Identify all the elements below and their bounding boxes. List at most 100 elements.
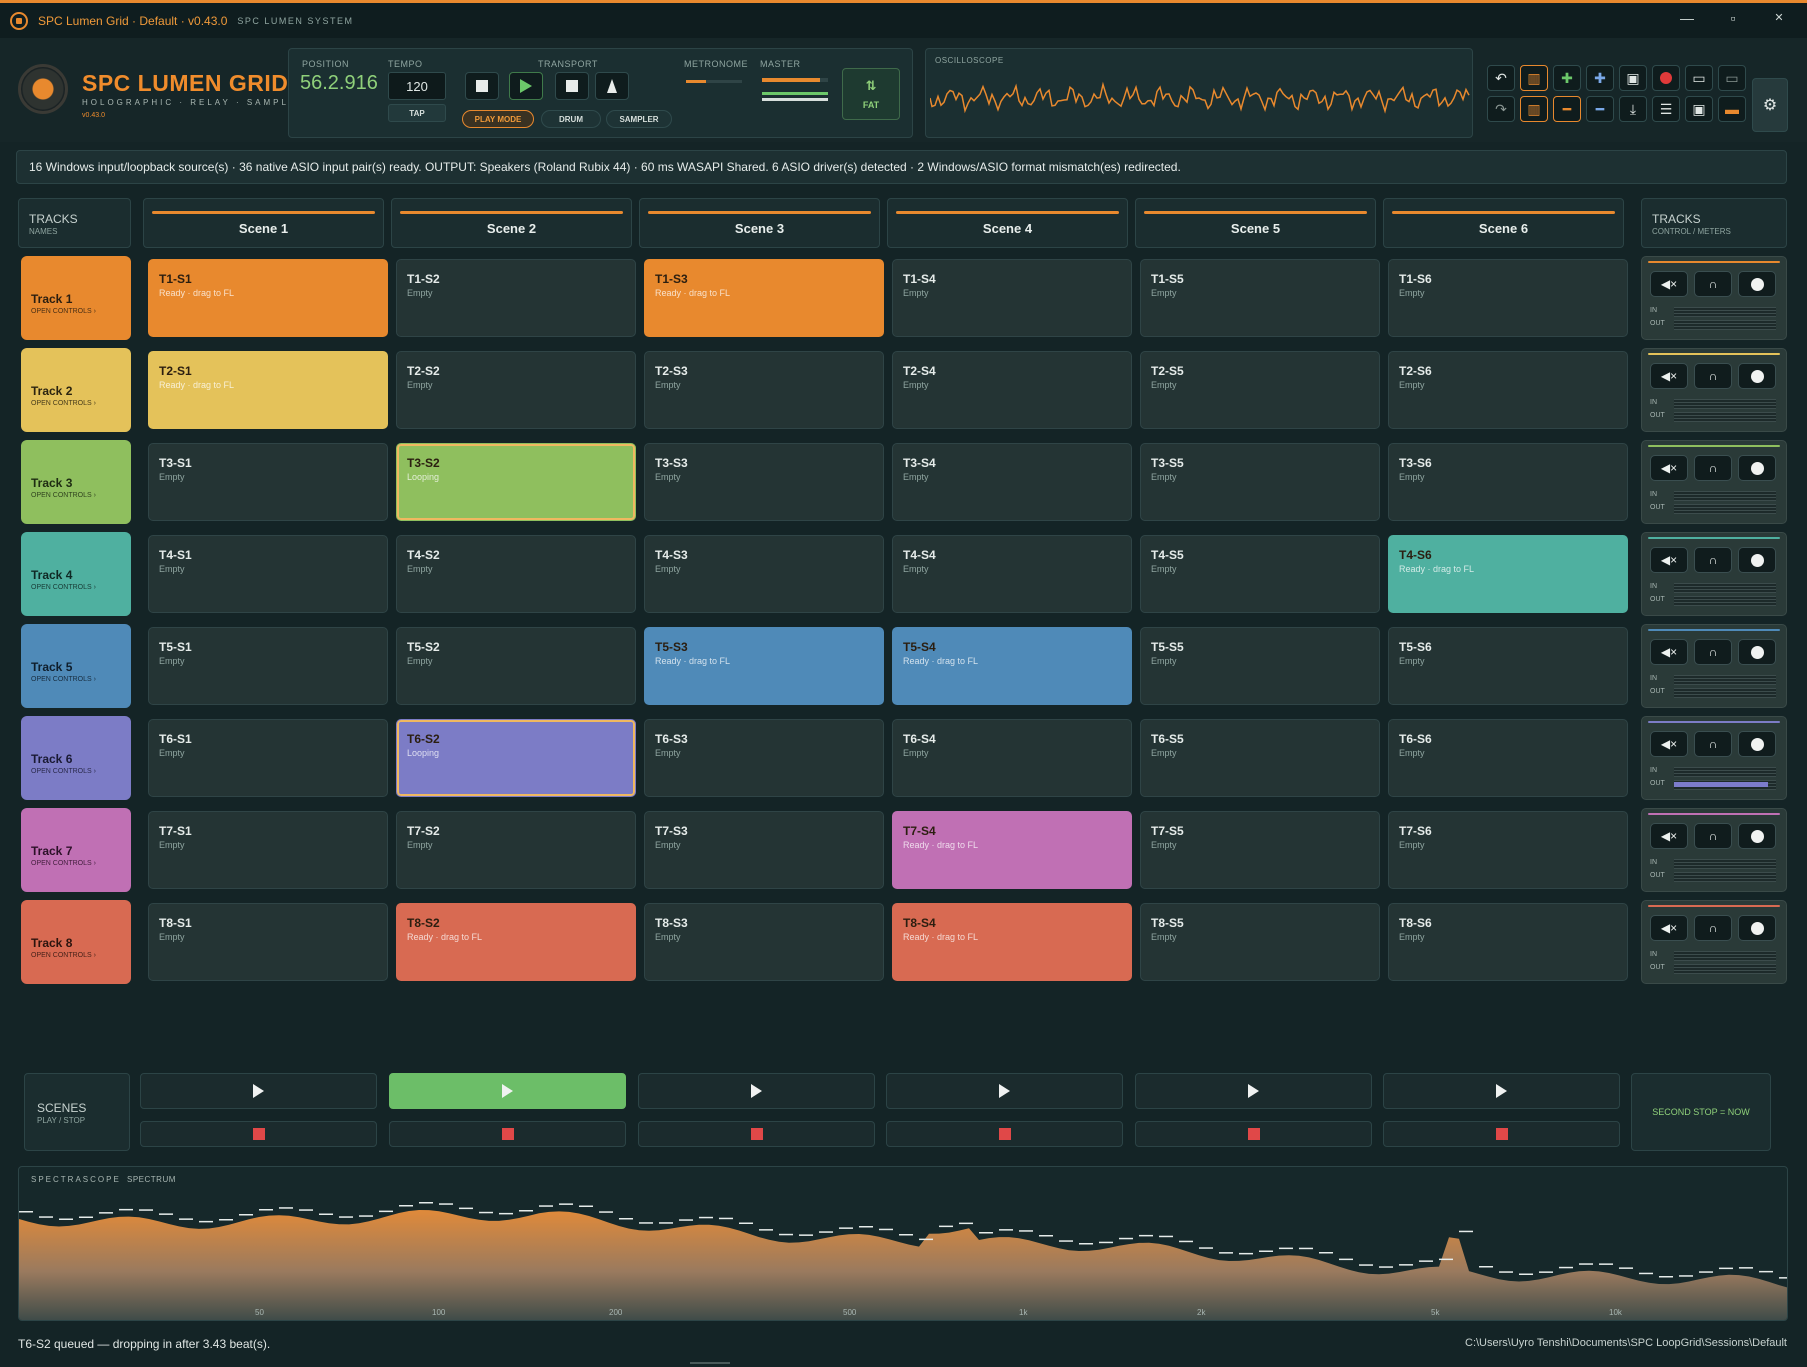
orange-monitor-icon[interactable]: ▬ bbox=[1718, 96, 1746, 122]
clip-slot[interactable]: T6-S3 Empty bbox=[644, 719, 884, 797]
record-stop-button[interactable] bbox=[555, 72, 589, 100]
clip-slot[interactable]: T3-S4 Empty bbox=[892, 443, 1132, 521]
minimize-button[interactable]: — bbox=[1667, 0, 1707, 35]
track-5-button[interactable]: Track 5 OPEN CONTROLS › bbox=[21, 624, 131, 708]
scene-header-5[interactable]: Scene 5 bbox=[1135, 198, 1376, 248]
maximize-button[interactable]: ▫ bbox=[1713, 0, 1753, 35]
clip-slot[interactable]: T2-S3 Empty bbox=[644, 351, 884, 429]
scene-3-stop-button[interactable] bbox=[638, 1121, 875, 1147]
open-controls-link[interactable]: OPEN CONTROLS › bbox=[31, 400, 96, 407]
clip-slot[interactable]: T5-S4 Ready · drag to FL bbox=[892, 627, 1132, 705]
save-icon[interactable]: ▣ bbox=[1619, 65, 1647, 91]
headphones-icon[interactable]: ∩ bbox=[1694, 271, 1732, 297]
clip-slot[interactable]: T8-S1 Empty bbox=[148, 903, 388, 981]
headphones-icon[interactable]: ∩ bbox=[1694, 455, 1732, 481]
mute-icon[interactable]: ◀× bbox=[1650, 639, 1688, 665]
open-controls-link[interactable]: OPEN CONTROLS › bbox=[31, 860, 96, 867]
save-icon[interactable]: ▣ bbox=[1685, 96, 1713, 122]
scene-2-play-button[interactable] bbox=[389, 1073, 626, 1109]
open-controls-link[interactable]: OPEN CONTROLS › bbox=[31, 768, 96, 775]
track-8-button[interactable]: Track 8 OPEN CONTROLS › bbox=[21, 900, 131, 984]
clip-slot[interactable]: T2-S2 Empty bbox=[396, 351, 636, 429]
scene-header-2[interactable]: Scene 2 bbox=[391, 198, 632, 248]
clip-slot[interactable]: T4-S6 Ready · drag to FL bbox=[1388, 535, 1628, 613]
remove-icon[interactable]: ━ bbox=[1586, 96, 1614, 122]
clip-slot[interactable]: T5-S2 Empty bbox=[396, 627, 636, 705]
second-stop-now[interactable]: SECOND STOP = NOW bbox=[1631, 1073, 1771, 1151]
clip-slot[interactable]: T5-S3 Ready · drag to FL bbox=[644, 627, 884, 705]
clip-slot[interactable]: T1-S2 Empty bbox=[396, 259, 636, 337]
scene-6-stop-button[interactable] bbox=[1383, 1121, 1620, 1147]
record-icon[interactable] bbox=[1652, 65, 1680, 91]
scene-6-play-button[interactable] bbox=[1383, 1073, 1620, 1109]
track-1-button[interactable]: Track 1 OPEN CONTROLS › bbox=[21, 256, 131, 340]
stop-button[interactable] bbox=[465, 72, 499, 100]
mute-icon[interactable]: ◀× bbox=[1650, 915, 1688, 941]
open-controls-link[interactable]: OPEN CONTROLS › bbox=[31, 676, 96, 683]
clip-slot[interactable]: T2-S6 Empty bbox=[1388, 351, 1628, 429]
clip-slot[interactable]: T6-S5 Empty bbox=[1140, 719, 1380, 797]
clip-slot[interactable]: T3-S3 Empty bbox=[644, 443, 884, 521]
scene-header-1[interactable]: Scene 1 bbox=[143, 198, 384, 248]
track-7-button[interactable]: Track 7 OPEN CONTROLS › bbox=[21, 808, 131, 892]
mute-icon[interactable]: ◀× bbox=[1650, 363, 1688, 389]
track-4-button[interactable]: Track 4 OPEN CONTROLS › bbox=[21, 532, 131, 616]
clip-slot[interactable]: T8-S5 Empty bbox=[1140, 903, 1380, 981]
scene-1-stop-button[interactable] bbox=[140, 1121, 377, 1147]
clip-slot[interactable]: T7-S3 Empty bbox=[644, 811, 884, 889]
open-controls-link[interactable]: OPEN CONTROLS › bbox=[31, 584, 96, 591]
settings-gear-icon[interactable]: ⚙ bbox=[1752, 78, 1788, 132]
master-slider[interactable] bbox=[762, 78, 828, 82]
clip-slot[interactable]: T2-S4 Empty bbox=[892, 351, 1132, 429]
clip-slot[interactable]: T7-S6 Empty bbox=[1388, 811, 1628, 889]
clip-slot[interactable]: T4-S5 Empty bbox=[1140, 535, 1380, 613]
clip-slot[interactable]: T2-S5 Empty bbox=[1140, 351, 1380, 429]
clip-slot[interactable]: T2-S1 Ready · drag to FL bbox=[148, 351, 388, 429]
mute-icon[interactable]: ◀× bbox=[1650, 731, 1688, 757]
clip-slot[interactable]: T8-S4 Ready · drag to FL bbox=[892, 903, 1132, 981]
arm-icon[interactable] bbox=[1738, 455, 1776, 481]
track-3-button[interactable]: Track 3 OPEN CONTROLS › bbox=[21, 440, 131, 524]
clip-slot[interactable]: T3-S5 Empty bbox=[1140, 443, 1380, 521]
clip-slot[interactable]: T6-S1 Empty bbox=[148, 719, 388, 797]
scene-3-play-button[interactable] bbox=[638, 1073, 875, 1109]
clip-slot[interactable]: T5-S5 Empty bbox=[1140, 627, 1380, 705]
redo-icon[interactable]: ↷ bbox=[1487, 96, 1515, 122]
clip-slot[interactable]: T4-S4 Empty bbox=[892, 535, 1132, 613]
scene-2-stop-button[interactable] bbox=[389, 1121, 626, 1147]
resize-grip[interactable] bbox=[690, 1362, 730, 1364]
play-button[interactable] bbox=[509, 72, 543, 100]
download-icon[interactable]: ⤓ bbox=[1619, 96, 1647, 122]
scene-header-6[interactable]: Scene 6 bbox=[1383, 198, 1624, 248]
play-mode-button[interactable]: PLAY MODE bbox=[462, 110, 534, 128]
clip-slot[interactable]: T4-S3 Empty bbox=[644, 535, 884, 613]
remove-icon[interactable]: ━ bbox=[1553, 96, 1581, 122]
clip-slot[interactable]: T7-S5 Empty bbox=[1140, 811, 1380, 889]
arm-icon[interactable] bbox=[1738, 547, 1776, 573]
open-controls-link[interactable]: OPEN CONTROLS › bbox=[31, 308, 96, 315]
clip-slot[interactable]: T7-S1 Empty bbox=[148, 811, 388, 889]
add-green-icon[interactable]: ✚ bbox=[1553, 65, 1581, 91]
bars-icon[interactable]: ▥ bbox=[1520, 96, 1548, 122]
clip-slot[interactable]: T7-S4 Ready · drag to FL bbox=[892, 811, 1132, 889]
tap-button[interactable]: TAP bbox=[388, 104, 446, 122]
clip-slot[interactable]: T3-S6 Empty bbox=[1388, 443, 1628, 521]
clip-slot[interactable]: T1-S5 Empty bbox=[1140, 259, 1380, 337]
headphones-icon[interactable]: ∩ bbox=[1694, 639, 1732, 665]
sampler-mode-button[interactable]: SAMPLER bbox=[606, 110, 672, 128]
arm-icon[interactable] bbox=[1738, 271, 1776, 297]
clip-slot[interactable]: T7-S2 Empty bbox=[396, 811, 636, 889]
clip-slot[interactable]: T8-S6 Empty bbox=[1388, 903, 1628, 981]
scene-4-stop-button[interactable] bbox=[886, 1121, 1123, 1147]
drum-mode-button[interactable]: DRUM bbox=[541, 110, 601, 128]
headphones-icon[interactable]: ∩ bbox=[1694, 823, 1732, 849]
scene-5-play-button[interactable] bbox=[1135, 1073, 1372, 1109]
open-controls-link[interactable]: OPEN CONTROLS › bbox=[31, 492, 96, 499]
arm-icon[interactable] bbox=[1738, 731, 1776, 757]
clip-slot[interactable]: T4-S2 Empty bbox=[396, 535, 636, 613]
clip-slot[interactable]: T1-S6 Empty bbox=[1388, 259, 1628, 337]
clip-slot[interactable]: T1-S3 Ready · drag to FL bbox=[644, 259, 884, 337]
scene-header-3[interactable]: Scene 3 bbox=[639, 198, 880, 248]
headphones-icon[interactable]: ∩ bbox=[1694, 547, 1732, 573]
clip-slot[interactable]: T4-S1 Empty bbox=[148, 535, 388, 613]
